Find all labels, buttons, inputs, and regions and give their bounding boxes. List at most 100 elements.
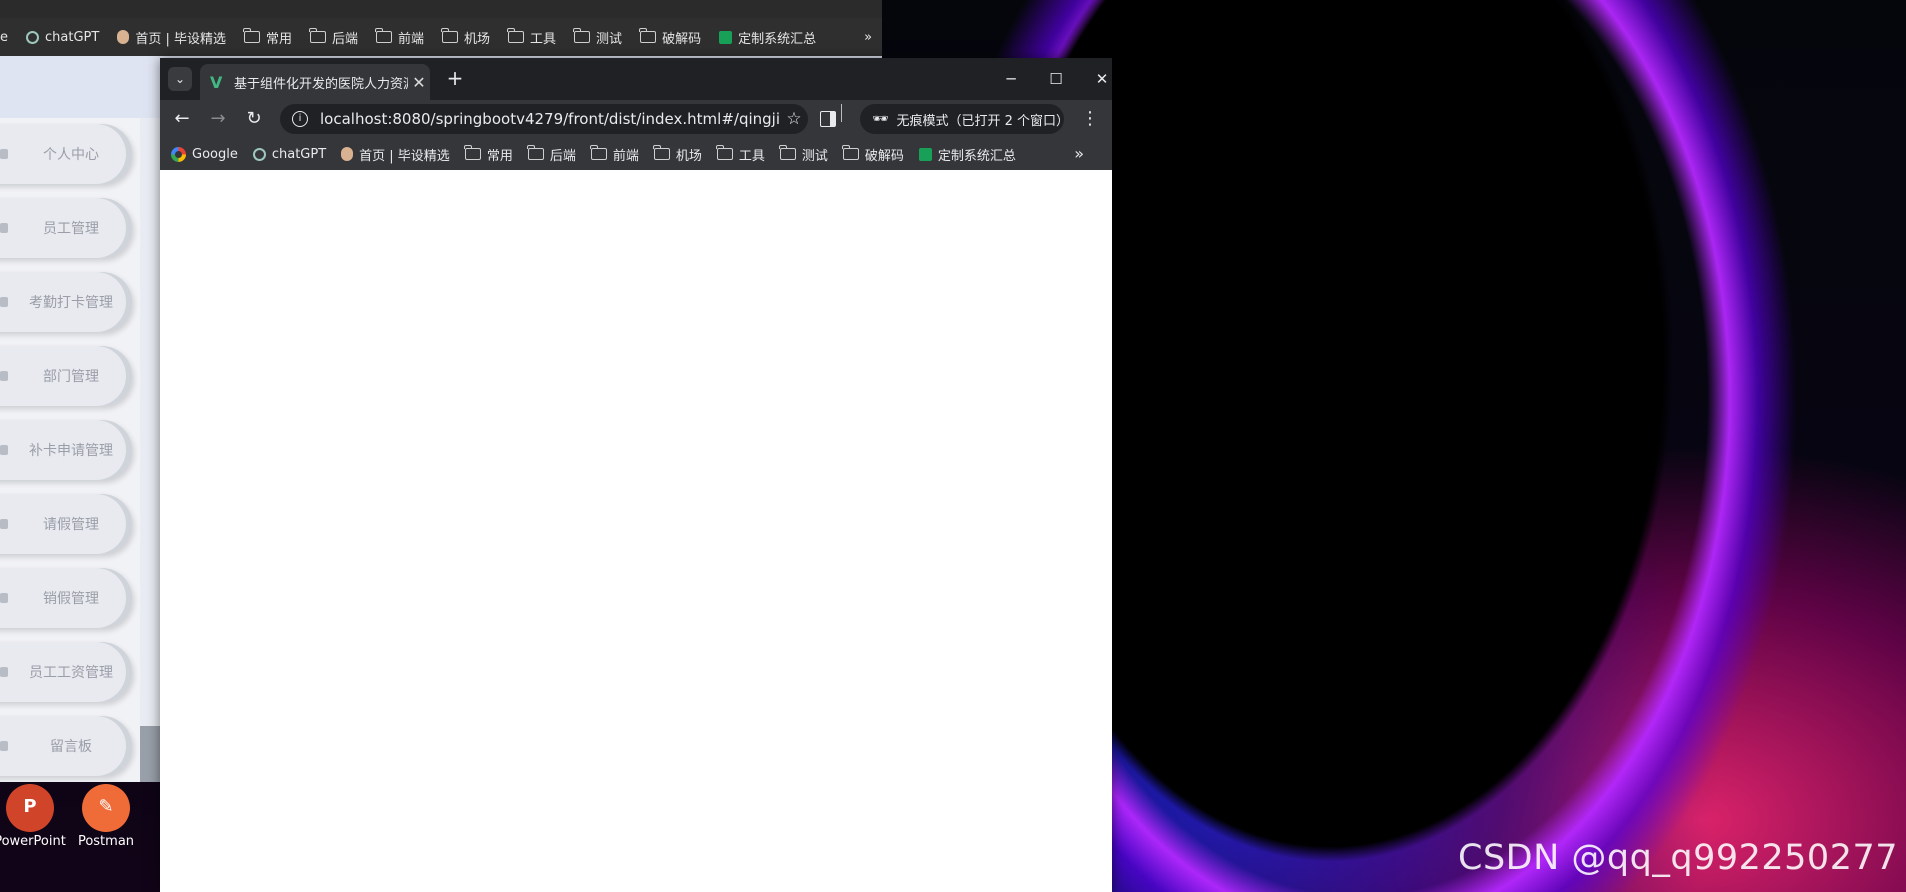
site-info-icon[interactable]: i	[292, 111, 308, 127]
bookmark-folder[interactable]: 工具	[716, 145, 765, 164]
bookmark-folder[interactable]: 后端	[527, 145, 576, 164]
avatar-icon	[117, 30, 130, 44]
back-scrollbar[interactable]	[140, 726, 160, 782]
menu-label: 留言板	[50, 739, 92, 755]
bookmark-sheet[interactable]: 定制系统汇总	[918, 145, 1016, 164]
bookmark-folder[interactable]: 破解码	[842, 145, 904, 164]
vue-icon: V	[210, 72, 223, 92]
watermark: CSDN @qq_q992250277	[1458, 838, 1898, 878]
bookmark-label: 后端	[549, 148, 576, 164]
menu-label: 请假管理	[43, 517, 99, 533]
bookmark-label: 工具	[530, 31, 557, 47]
bookmark-label: 常用	[265, 31, 292, 47]
folder-icon	[309, 28, 326, 43]
bookmark-folder[interactable]: 工具	[507, 28, 557, 47]
bookmark-folder[interactable]: 破解码	[639, 28, 702, 47]
bookmark-folder[interactable]: 机场	[653, 145, 702, 164]
bookmark-sheet[interactable]: 定制系统汇总	[719, 28, 816, 47]
maximize-button[interactable]: ☐	[1041, 66, 1071, 92]
menu-item-profile[interactable]: 个人中心	[0, 124, 132, 184]
folder-icon	[527, 145, 544, 160]
bookmark-label: 破解码	[864, 148, 904, 164]
bookmark-folder[interactable]: 测试	[779, 145, 828, 164]
menu-label: 部门管理	[43, 369, 99, 385]
sheet-icon	[918, 147, 932, 161]
bookmark-home[interactable]: 首页 | 毕设精选	[341, 145, 450, 164]
bookmark-label: 定制系统汇总	[738, 31, 817, 47]
browser-tab[interactable]: V 基于组件化开发的医院人力资源 ✕	[200, 64, 430, 100]
back-bookmarks-bar: e chatGPT 首页 | 毕设精选 常用 后端 前端 机场 工具 测试 破解…	[0, 18, 882, 56]
bookmark-label: 破解码	[662, 31, 702, 47]
bookmark-folder[interactable]: 后端	[309, 28, 358, 47]
forward-button[interactable]: →	[205, 106, 231, 132]
desktop-icon-label: Postman	[77, 834, 135, 849]
folder-icon	[441, 28, 459, 43]
grid-icon	[0, 371, 8, 381]
bookmark-folder[interactable]: 机场	[441, 28, 490, 47]
url-text[interactable]: localhost:8080/springbootv4279/front/dis…	[320, 110, 780, 128]
folder-icon	[716, 145, 733, 160]
chatgpt-icon	[252, 147, 266, 161]
bookmark-folder[interactable]: 测试	[573, 28, 623, 47]
bookmark-label: 工具	[738, 148, 765, 164]
bookmark-label: 首页 | 毕设精选	[135, 31, 226, 47]
browser-toolbar: ← → ↻ i localhost:8080/springbootv4279/f…	[160, 100, 1112, 138]
incognito-indicator[interactable]: 🕶 无痕模式（已打开 2 个窗口）	[860, 104, 1069, 134]
bookmark-home[interactable]: 首页 | 毕设精选	[117, 28, 226, 47]
grid-icon	[0, 519, 8, 529]
browser-menu-button[interactable]: ⋮	[1080, 106, 1100, 132]
bookmark-label: 后端	[331, 31, 358, 47]
bookmarks-more-button[interactable]: »	[1074, 144, 1084, 163]
bookmark-label: 机场	[675, 148, 702, 164]
menu-label: 销假管理	[43, 591, 99, 607]
folder-icon	[243, 28, 260, 43]
bookmark-google[interactable]: Google	[171, 146, 238, 162]
postman-glyph: ✎	[98, 796, 114, 817]
folder-icon	[842, 145, 859, 160]
menu-label: 员工管理	[43, 221, 99, 237]
close-window-button[interactable]: ✕	[1087, 66, 1117, 92]
bookmark-folder[interactable]: 常用	[464, 145, 513, 164]
address-bar[interactable]: i localhost:8080/springbootv4279/front/d…	[280, 104, 808, 134]
menu-item-card-requests[interactable]: 补卡申请管理	[0, 420, 132, 480]
bookmark-folder[interactable]: 前端	[590, 145, 639, 164]
bookmark-label: 测试	[596, 31, 623, 47]
folder-icon	[653, 145, 670, 160]
star-icon[interactable]: ☆	[780, 109, 808, 129]
bookmark-label: 测试	[801, 148, 828, 164]
tab-search-button[interactable]: ⌄	[168, 67, 192, 91]
menu-item-attendance[interactable]: 考勤打卡管理	[0, 272, 132, 332]
bookmark-folder[interactable]: 常用	[243, 28, 292, 47]
minimize-button[interactable]: ─	[996, 66, 1026, 92]
powerpoint-glyph: P	[23, 796, 37, 817]
bookmark-chatgpt[interactable]: chatGPT	[252, 147, 326, 162]
back-button[interactable]: ←	[169, 106, 195, 132]
chatgpt-icon	[26, 30, 39, 44]
flag-icon	[0, 741, 8, 751]
bookmarks-more-button[interactable]: »	[864, 30, 872, 45]
menu-item-message-board[interactable]: 留言板	[0, 716, 132, 776]
menu-item-departments[interactable]: 部门管理	[0, 346, 132, 406]
menu-item-leave-cancel[interactable]: 销假管理	[0, 568, 132, 628]
bookmark-chatgpt[interactable]: chatGPT	[26, 30, 99, 45]
front-browser-window[interactable]: ⌄ V 基于组件化开发的医院人力资源 ✕ + ─ ☐ ✕ ← → ↻ i loc…	[160, 58, 1112, 892]
reload-button[interactable]: ↻	[241, 106, 267, 132]
menu-item-leave[interactable]: 请假管理	[0, 494, 132, 554]
bookmark-item[interactable]: e	[0, 30, 8, 45]
desktop-icon-postman[interactable]: ✎ Postman	[66, 784, 146, 849]
bookmark-folder[interactable]: 前端	[375, 28, 425, 47]
close-tab-icon[interactable]: ✕	[408, 73, 430, 92]
side-panel-icon[interactable]	[820, 111, 836, 127]
bookmark-label: 前端	[612, 148, 639, 164]
page-content[interactable]	[160, 170, 1112, 892]
new-tab-button[interactable]: +	[442, 66, 468, 90]
bookmark-label: 前端	[398, 31, 425, 47]
folder-icon	[464, 145, 481, 160]
desktop-icon-label: PowerPoint	[0, 834, 66, 849]
desktop-icon-powerpoint[interactable]: P PowerPoint	[0, 784, 70, 849]
folder-icon	[375, 28, 392, 43]
bookmarks-bar: Google chatGPT 首页 | 毕设精选 常用 后端 前端 机场 工具 …	[160, 138, 1112, 171]
menu-item-employees[interactable]: 员工管理	[0, 198, 132, 258]
tab-title: 基于组件化开发的医院人力资源	[234, 76, 408, 92]
menu-item-salary[interactable]: 员工工资管理	[0, 642, 132, 702]
